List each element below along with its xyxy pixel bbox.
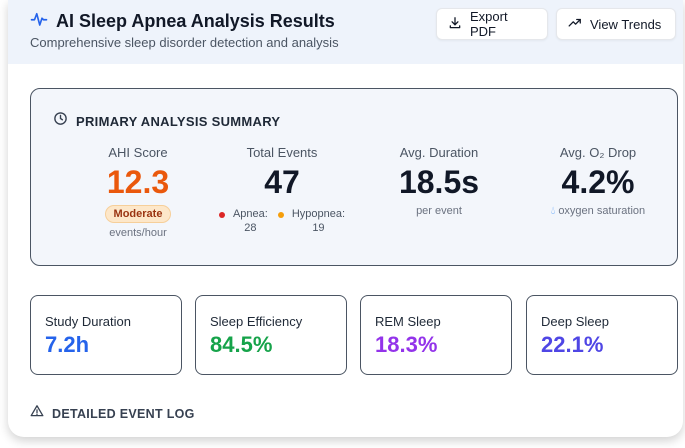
deep-sleep-card: Deep Sleep 22.1% xyxy=(526,295,678,375)
summary-title: PRIMARY ANALYSIS SUMMARY xyxy=(76,113,281,129)
view-trends-label: View Trends xyxy=(590,16,662,32)
page-header: AI Sleep Apnea Analysis Results Comprehe… xyxy=(8,0,683,64)
avg-duration-label: Avg. Duration xyxy=(399,145,479,160)
page-title: AI Sleep Apnea Analysis Results xyxy=(56,11,335,31)
download-icon xyxy=(448,16,470,33)
hypopnea-dot-icon xyxy=(277,212,284,218)
export-pdf-label: Export PDF xyxy=(470,9,508,39)
ahi-label: AHI Score xyxy=(108,145,168,160)
hypopnea-label: Hypopnea: xyxy=(291,208,346,220)
sleep-efficiency-card: Sleep Efficiency 84.5% xyxy=(195,295,347,375)
ahi-unit: events/hour xyxy=(109,227,167,239)
summary-heading: PRIMARY ANALYSIS SUMMARY xyxy=(53,111,280,131)
hypopnea-count: Hypopnea: 19 xyxy=(277,207,346,235)
sleep-efficiency-label: Sleep Efficiency xyxy=(210,314,303,329)
deep-sleep-label: Deep Sleep xyxy=(541,314,609,329)
avg-o2-sub-row: 💧︎ oxygen saturation xyxy=(523,205,673,218)
apnea-label: Apnea: xyxy=(232,208,268,220)
avg-o2-drop-metric: Avg. O₂ Drop 4.2% 💧︎ oxygen saturation xyxy=(523,145,673,218)
severity-badge: Moderate xyxy=(104,205,172,223)
export-pdf-button[interactable]: Export PDF xyxy=(436,8,548,40)
hypopnea-value: 19 xyxy=(312,222,325,234)
ahi-score-metric: AHI Score 12.3 Moderate events/hour xyxy=(63,145,213,239)
activity-pulse-icon xyxy=(30,10,48,33)
results-window: AI Sleep Apnea Analysis Results Comprehe… xyxy=(8,0,683,437)
avg-duration-metric: Avg. Duration 18.5s per event xyxy=(364,145,514,217)
page-subtitle: Comprehensive sleep disorder detection a… xyxy=(30,35,339,50)
apnea-dot-icon xyxy=(218,212,225,218)
total-events-value: 47 xyxy=(264,164,300,200)
avg-o2-value: 4.2% xyxy=(561,164,635,200)
total-events-label: Total Events xyxy=(246,145,318,160)
primary-summary-panel: PRIMARY ANALYSIS SUMMARY AHI Score 12.3 … xyxy=(30,88,678,266)
rem-sleep-card: REM Sleep 18.3% xyxy=(360,295,512,375)
trending-up-icon xyxy=(568,16,590,33)
view-trends-button[interactable]: View Trends xyxy=(556,8,676,40)
warning-triangle-icon xyxy=(30,404,44,423)
avg-o2-label: Avg. O₂ Drop xyxy=(559,145,637,160)
title-row: AI Sleep Apnea Analysis Results xyxy=(30,10,335,33)
study-duration-value: 7.2h xyxy=(45,332,90,357)
apnea-count: Apnea: 28 xyxy=(218,207,268,235)
total-events-metric: Total Events 47 Apnea: 28 Hypopnea: 19 xyxy=(202,145,362,235)
rem-sleep-value: 18.3% xyxy=(375,332,438,357)
sleep-efficiency-value: 84.5% xyxy=(210,332,273,357)
study-duration-label: Study Duration xyxy=(45,314,131,329)
avg-duration-sub: per event xyxy=(416,205,462,217)
deep-sleep-value: 22.1% xyxy=(541,332,604,357)
event-log-heading: DETAILED EVENT LOG xyxy=(30,404,195,423)
droplet-icon: 💧︎ xyxy=(550,205,556,217)
avg-duration-value: 18.5s xyxy=(398,164,480,200)
apnea-value: 28 xyxy=(244,222,257,234)
rem-sleep-label: REM Sleep xyxy=(375,314,441,329)
clock-icon xyxy=(53,111,68,131)
event-breakdown: Apnea: 28 Hypopnea: 19 xyxy=(202,207,362,235)
study-duration-card: Study Duration 7.2h xyxy=(30,295,182,375)
avg-o2-sub: oxygen saturation xyxy=(558,205,646,217)
ahi-value: 12.3 xyxy=(106,164,170,200)
event-log-title: DETAILED EVENT LOG xyxy=(52,406,195,421)
